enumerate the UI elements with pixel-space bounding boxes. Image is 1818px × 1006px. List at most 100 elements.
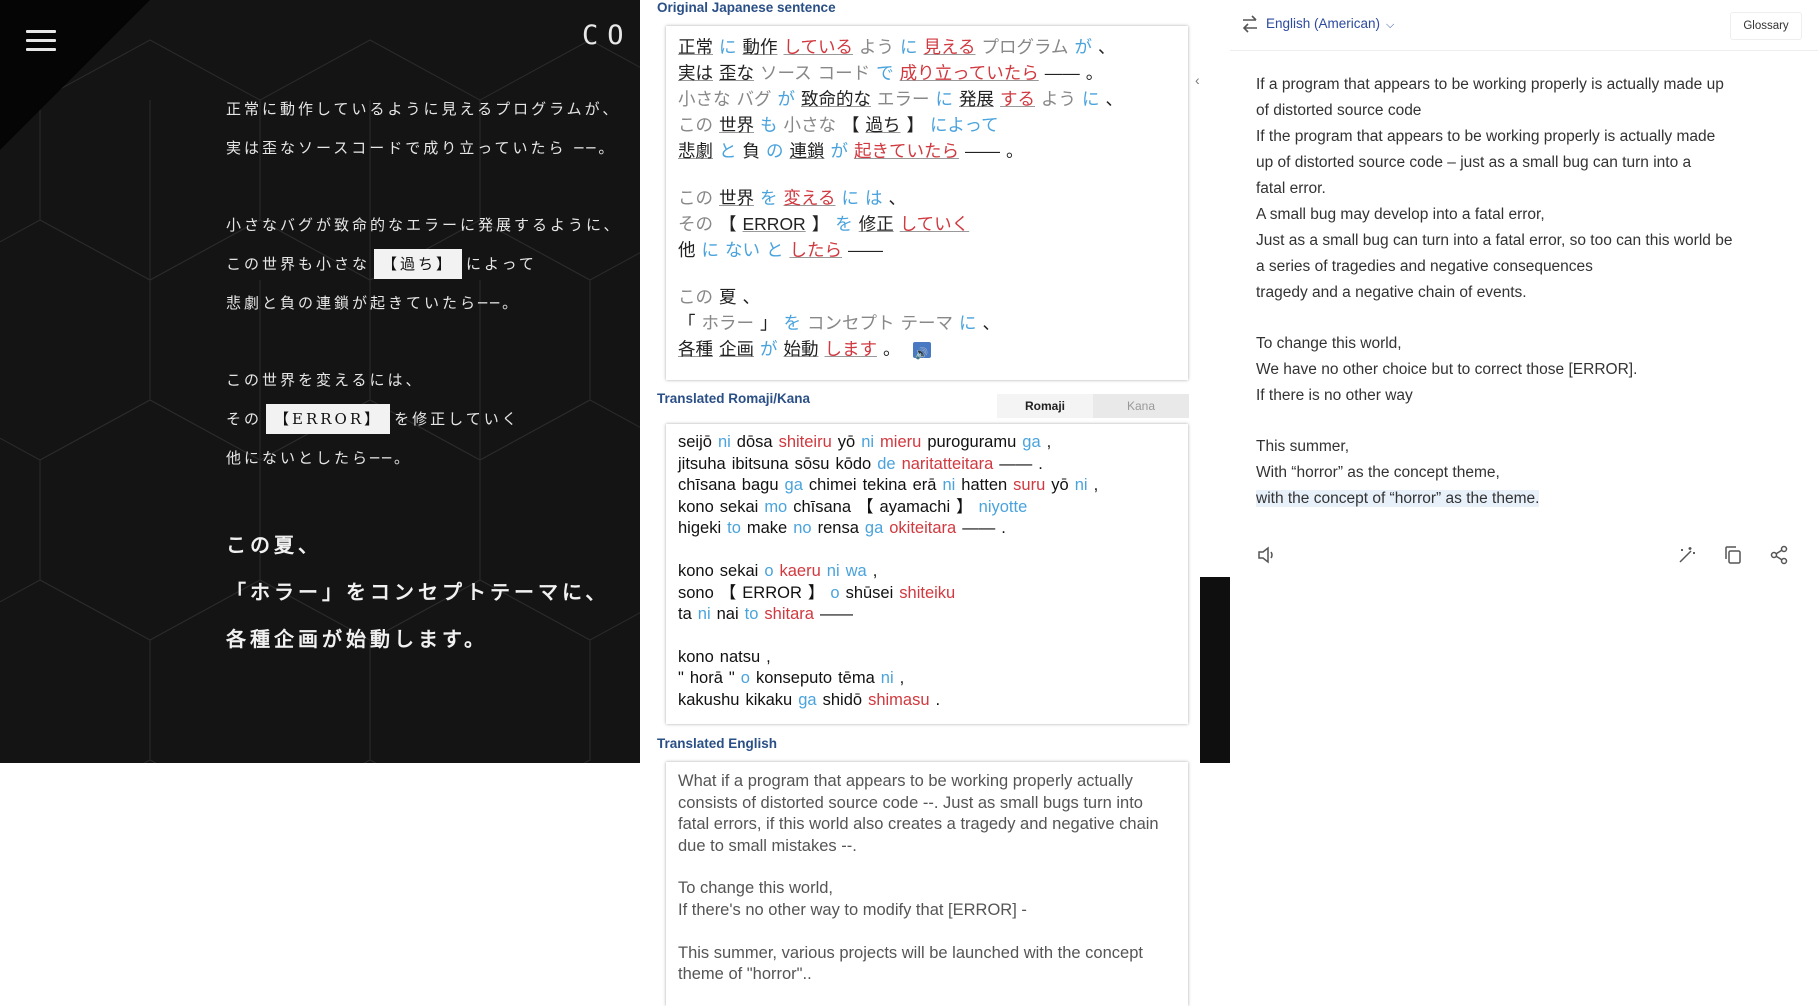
word-token[interactable]: 。 — [883, 339, 901, 359]
swap-languages-icon[interactable] — [1240, 14, 1260, 34]
word-token[interactable]: 【 — [842, 115, 860, 135]
word-token[interactable]: 世界 — [719, 115, 754, 135]
word-token[interactable]: 始動 — [784, 339, 819, 359]
word-token[interactable]: —— — [962, 519, 995, 537]
word-token[interactable]: 、 — [983, 313, 1001, 333]
word-token[interactable]: kono — [678, 498, 714, 516]
word-token[interactable]: 起きていたら — [854, 141, 959, 161]
word-token[interactable]: puroguramu — [927, 433, 1016, 451]
word-token[interactable]: seijō — [678, 433, 712, 451]
english-text[interactable]: What if a program that appears to be wor… — [666, 762, 1188, 986]
word-token[interactable]: , — [1094, 476, 1099, 494]
word-token[interactable]: 見える — [923, 37, 975, 57]
word-token[interactable]: ga — [1022, 433, 1040, 451]
word-token[interactable]: " — [729, 669, 735, 687]
word-token[interactable]: , — [1047, 433, 1052, 451]
word-token[interactable]: , — [873, 562, 878, 580]
word-token[interactable]: ta — [678, 605, 692, 623]
word-token[interactable]: nai — [717, 605, 739, 623]
word-token[interactable]: 負 — [743, 141, 761, 161]
magic-wand-icon[interactable] — [1676, 544, 1698, 566]
word-token[interactable]: 過ち — [866, 115, 901, 135]
word-token[interactable]: 、 — [743, 287, 761, 307]
word-token[interactable]: ERROR — [743, 214, 806, 234]
word-token[interactable]: を — [784, 313, 802, 333]
word-token[interactable]: . — [1001, 519, 1006, 537]
word-token[interactable]: kono — [678, 648, 714, 666]
word-token[interactable]: 各種 — [678, 339, 713, 359]
word-token[interactable]: していく — [900, 214, 969, 234]
romaji-text[interactable]: seijō ni dōsa shiteiru yō ni mieru puroguramu ga… — [666, 424, 1188, 712]
word-token[interactable]: kakushu — [678, 691, 739, 709]
word-token[interactable]: に — [959, 313, 977, 333]
word-token[interactable]: 成り立っていたら — [900, 63, 1039, 83]
word-token[interactable]: mieru — [880, 433, 921, 451]
word-token[interactable]: に — [841, 188, 859, 208]
word-token[interactable]: は — [865, 188, 883, 208]
word-token[interactable]: 致命的な — [801, 89, 871, 109]
word-token[interactable]: erā — [913, 476, 937, 494]
word-token[interactable]: ga — [785, 476, 803, 494]
word-token[interactable]: tēma — [838, 669, 875, 687]
word-token[interactable]: jitsuha — [678, 455, 726, 473]
word-token[interactable]: ERROR — [742, 584, 802, 602]
word-token[interactable]: 「 — [678, 313, 696, 333]
word-token[interactable]: hatten — [961, 476, 1007, 494]
word-token[interactable]: yō — [1051, 476, 1068, 494]
word-token[interactable]: " — [678, 669, 684, 687]
play-audio-icon[interactable] — [912, 341, 931, 367]
word-token[interactable]: 小さな — [678, 89, 731, 109]
word-token[interactable]: ga — [865, 519, 883, 537]
word-token[interactable]: no — [793, 519, 811, 537]
word-token[interactable]: . — [1038, 455, 1043, 473]
word-token[interactable]: okiteitara — [889, 519, 956, 537]
word-token[interactable]: 動作 — [743, 37, 778, 57]
speaker-icon[interactable] — [1256, 544, 1278, 566]
word-token[interactable]: , — [766, 648, 771, 666]
word-token[interactable]: ni — [881, 669, 894, 687]
word-token[interactable]: o — [830, 584, 839, 602]
word-token[interactable]: コンセプト — [807, 313, 895, 333]
word-token[interactable]: 歪な — [719, 63, 754, 83]
word-token[interactable]: ―― — [1045, 63, 1080, 83]
word-token[interactable]: de — [877, 455, 895, 473]
word-token[interactable]: よう — [859, 37, 894, 57]
target-language-select[interactable]: English (American) ⌵ — [1266, 16, 1394, 32]
word-token[interactable]: 【 — [719, 214, 737, 234]
word-token[interactable]: の — [766, 141, 784, 161]
word-token[interactable]: が — [760, 339, 778, 359]
word-token[interactable]: 、 — [1098, 37, 1116, 57]
word-token[interactable]: 修正 — [859, 214, 894, 234]
word-token[interactable]: bagu — [742, 476, 779, 494]
word-token[interactable]: ni — [827, 562, 840, 580]
word-token[interactable]: ga — [798, 691, 816, 709]
word-token[interactable]: shiteiku — [899, 584, 955, 602]
word-token[interactable]: make — [747, 519, 787, 537]
word-token[interactable]: chīsana — [793, 498, 851, 516]
word-token[interactable]: 小さな — [784, 115, 837, 135]
word-token[interactable]: に — [936, 89, 954, 109]
glossary-button[interactable]: Glossary — [1730, 12, 1802, 40]
word-token[interactable]: ni — [718, 433, 731, 451]
word-token[interactable]: 連鎖 — [790, 141, 825, 161]
word-token[interactable]: に — [1082, 89, 1100, 109]
word-token[interactable]: コード — [818, 63, 871, 83]
word-token[interactable]: ni — [1075, 476, 1088, 494]
word-token[interactable]: shidō — [823, 691, 862, 709]
word-token[interactable]: 】 — [907, 115, 925, 135]
translated-output-text[interactable]: If a program that appears to be working … — [1256, 72, 1801, 512]
word-token[interactable]: 他 — [678, 240, 696, 260]
word-token[interactable]: ―― — [848, 240, 883, 260]
word-token[interactable]: natsu — [720, 648, 760, 666]
word-token[interactable]: sekai — [720, 498, 759, 516]
word-token[interactable]: 【 — [720, 584, 737, 602]
word-token[interactable]: で — [876, 63, 894, 83]
word-token[interactable]: shitara — [764, 605, 814, 623]
word-token[interactable]: 】 — [808, 584, 825, 602]
collapse-arrow-icon[interactable]: ‹ — [1195, 72, 1200, 88]
word-token[interactable]: よう — [1041, 89, 1076, 109]
word-token[interactable]: rensa — [818, 519, 859, 537]
word-token[interactable]: 。 — [1006, 141, 1024, 161]
word-token[interactable]: この — [678, 115, 713, 135]
word-token[interactable]: —— — [820, 605, 853, 623]
